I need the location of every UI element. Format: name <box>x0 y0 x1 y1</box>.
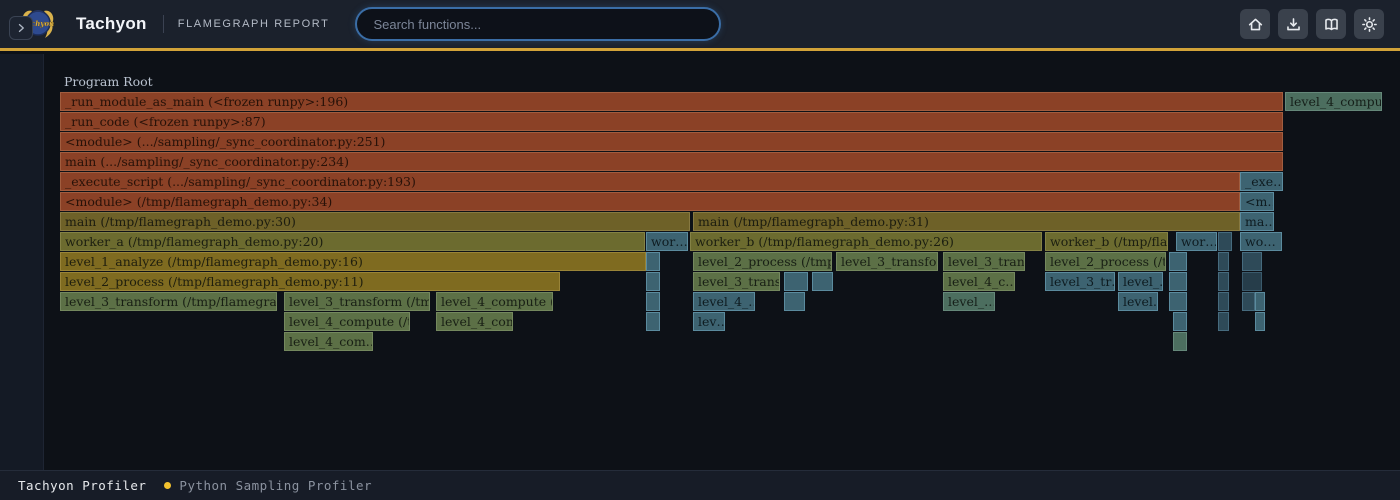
flame-frame[interactable] <box>1242 252 1262 271</box>
flame-frame[interactable]: _execute_script (.../sampling/_sync_coor… <box>60 172 1240 191</box>
flame-frame[interactable] <box>1255 312 1265 331</box>
app-header: Tachyon Tachyon FLAMEGRAPH REPORT <box>0 0 1400 51</box>
flame-frame[interactable]: _run_module_as_main (<frozen runpy>:196) <box>60 92 1283 111</box>
flame-frame[interactable]: worker_b (/tmp/flame… <box>1045 232 1168 251</box>
flame-frame[interactable] <box>646 312 660 331</box>
docs-button[interactable] <box>1316 9 1346 39</box>
flame-frame[interactable]: wor… <box>646 232 688 251</box>
flame-frame[interactable] <box>1173 332 1187 351</box>
flame-frame[interactable]: level_3_transf… <box>693 272 780 291</box>
flame-frame[interactable] <box>1242 292 1255 311</box>
flame-frame[interactable] <box>1255 292 1265 311</box>
flame-frame[interactable]: lev… <box>693 312 725 331</box>
flame-frame[interactable]: <m… <box>1240 192 1274 211</box>
left-sidebar <box>0 54 44 470</box>
search-input[interactable] <box>355 7 721 41</box>
flame-frame[interactable] <box>1242 272 1262 291</box>
flame-frame[interactable] <box>646 252 660 271</box>
flame-frame[interactable]: level_4_comput… <box>1285 92 1382 111</box>
app-title: Tachyon <box>76 14 147 34</box>
flame-frame[interactable]: main (.../sampling/_sync_coordinator.py:… <box>60 152 1283 171</box>
status-profiler-type: Python Sampling Profiler <box>179 478 372 493</box>
flame-frame[interactable]: level_2_process (/tm… <box>1045 252 1166 271</box>
chevron-right-icon <box>15 22 27 34</box>
flame-frame[interactable] <box>784 272 808 291</box>
flame-frame[interactable]: <module> (/tmp/flamegraph_demo.py:34) <box>60 192 1240 211</box>
flame-frame[interactable]: level_… <box>1118 272 1163 291</box>
flame-frame[interactable] <box>1218 292 1229 311</box>
flame-frame[interactable] <box>1218 272 1229 291</box>
flame-frame[interactable]: level_4_com… <box>284 332 373 351</box>
flamegraph-root-label: Program Root <box>64 74 153 89</box>
status-dot <box>164 482 171 489</box>
flame-frame[interactable] <box>1169 292 1187 311</box>
flame-frame[interactable] <box>812 272 833 291</box>
flame-frame[interactable]: level_4_compute (/t… <box>436 292 553 311</box>
flame-frame[interactable]: main (/tmp/flamegraph_demo.py:31) <box>693 212 1240 231</box>
flame-frame[interactable] <box>1218 312 1229 331</box>
flame-frame[interactable]: level_3_transform (/tmp/flamegraph_dem… <box>60 292 277 311</box>
flame-frame[interactable] <box>646 292 660 311</box>
flame-frame[interactable]: level_2_process (/tmp/fla… <box>693 252 832 271</box>
flame-frame[interactable]: wo… <box>1240 232 1282 251</box>
flame-frame[interactable] <box>1169 252 1187 271</box>
flame-frame[interactable]: level… <box>1118 292 1158 311</box>
flame-frame[interactable] <box>1173 312 1187 331</box>
status-app-name: Tachyon Profiler <box>18 478 146 493</box>
header-toolbar <box>1240 9 1384 39</box>
download-button[interactable] <box>1278 9 1308 39</box>
flame-frame[interactable]: level_2_process (/tmp/flamegraph_demo.py… <box>60 272 560 291</box>
flame-frame[interactable]: <module> (.../sampling/_sync_coordinator… <box>60 132 1283 151</box>
flame-frame[interactable]: level_3_trans… <box>943 252 1025 271</box>
book-icon <box>1323 16 1340 33</box>
flame-frame[interactable] <box>646 272 660 291</box>
flame-frame[interactable]: level_4_com… <box>436 312 513 331</box>
flame-frame[interactable] <box>1169 272 1187 291</box>
theme-button[interactable] <box>1354 9 1384 39</box>
header-divider <box>163 15 164 33</box>
flame-frame[interactable]: wor… <box>1176 232 1217 251</box>
home-button[interactable] <box>1240 9 1270 39</box>
flame-frame[interactable]: main (/tmp/flamegraph_demo.py:30) <box>60 212 690 231</box>
flame-frame[interactable]: _exe… <box>1240 172 1283 191</box>
flame-frame[interactable]: level_3_transform… <box>836 252 938 271</box>
flame-frame[interactable]: ma… <box>1240 212 1274 231</box>
flame-frame[interactable]: _run_code (<frozen runpy>:87) <box>60 112 1283 131</box>
download-icon <box>1285 16 1302 33</box>
flame-frame[interactable]: worker_a (/tmp/flamegraph_demo.py:20) <box>60 232 645 251</box>
report-type-label: FLAMEGRAPH REPORT <box>178 18 330 30</box>
flame-frame[interactable] <box>1218 232 1232 251</box>
flame-frame[interactable]: level_… <box>943 292 995 311</box>
status-bar: Tachyon Profiler Python Sampling Profile… <box>0 470 1400 500</box>
flame-frame[interactable]: level_4_compute (/t… <box>284 312 410 331</box>
flame-frame[interactable]: level_4_c… <box>943 272 1015 291</box>
flame-frame[interactable]: level_3_tr… <box>1045 272 1115 291</box>
flame-frame[interactable] <box>784 292 805 311</box>
flame-frame[interactable]: worker_b (/tmp/flamegraph_demo.py:26) <box>690 232 1042 251</box>
flame-frame[interactable]: level_1_analyze (/tmp/flamegraph_demo.py… <box>60 252 646 271</box>
flame-frame[interactable]: level_4_… <box>693 292 755 311</box>
flame-frame[interactable]: level_3_transform (/tmp/fl… <box>284 292 430 311</box>
home-icon <box>1247 16 1264 33</box>
sidebar-toggle-button[interactable] <box>9 16 33 40</box>
brightness-icon <box>1361 16 1378 33</box>
flame-frame[interactable] <box>1218 252 1229 271</box>
